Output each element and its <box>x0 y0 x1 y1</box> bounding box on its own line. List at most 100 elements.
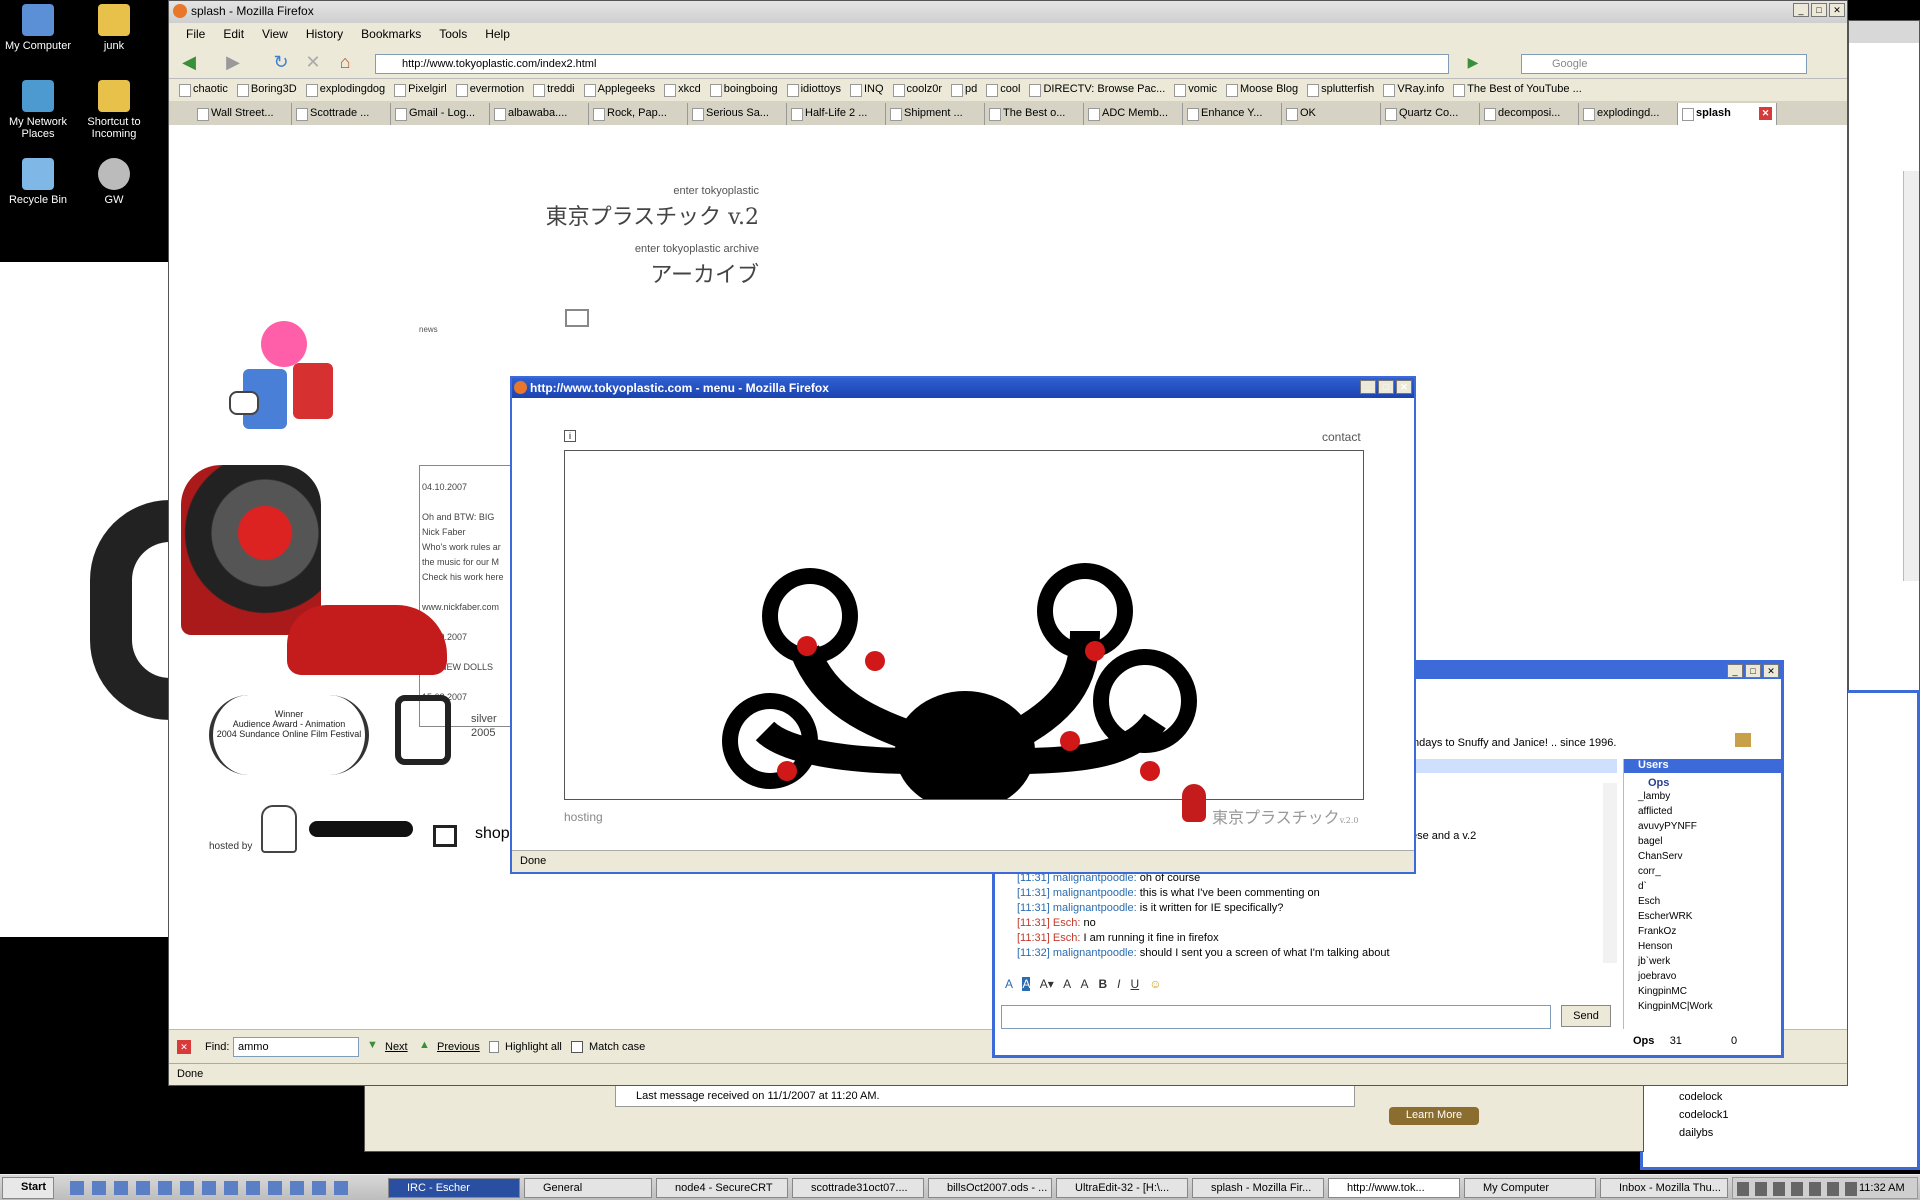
user-item[interactable]: jb`werk <box>1624 954 1781 969</box>
bookmark-item[interactable]: chaotic <box>177 79 235 101</box>
close-button[interactable]: ✕ <box>1829 3 1845 17</box>
tab[interactable]: Shipment ... <box>886 103 985 125</box>
archive-link[interactable]: アーカイブ <box>459 257 759 289</box>
bookmark-item[interactable]: INQ <box>848 79 891 101</box>
find-close-icon[interactable]: ✕ <box>177 1040 191 1054</box>
forward-button[interactable]: ▶ <box>221 51 245 73</box>
bookmark-item[interactable]: treddi <box>531 79 582 101</box>
bookmark-item[interactable]: The Best of YouTube ... <box>1451 79 1589 101</box>
tab[interactable]: OK <box>1282 103 1381 125</box>
minimize-button[interactable]: _ <box>1793 3 1809 17</box>
contact-link[interactable]: contact <box>1322 430 1361 444</box>
bookmark-item[interactable]: idiottoys <box>785 79 848 101</box>
tab[interactable]: explodingd... <box>1579 103 1678 125</box>
minimize-button[interactable]: _ <box>1727 664 1743 678</box>
taskbar-button[interactable]: Inbox - Mozilla Thu... <box>1600 1178 1728 1198</box>
start-button[interactable]: Start <box>2 1177 54 1199</box>
bookmark-item[interactable]: Applegeeks <box>582 79 663 101</box>
user-item[interactable]: corr_ <box>1624 864 1781 879</box>
user-item[interactable]: Esch <box>1624 894 1781 909</box>
find-next-button[interactable]: Next <box>385 1041 408 1053</box>
chat-scrollbar[interactable] <box>1603 783 1617 963</box>
user-item[interactable]: bagel <box>1624 834 1781 849</box>
folder-item[interactable]: dailybs <box>1679 1127 1713 1139</box>
maximize-button[interactable]: □ <box>1745 664 1761 678</box>
message-input[interactable] <box>1001 1005 1551 1029</box>
enter-v2-label[interactable]: enter tokyoplastic <box>459 185 759 197</box>
learn-more-button[interactable]: Learn More <box>1389 1107 1479 1125</box>
bookmark-item[interactable]: vomic <box>1172 79 1224 101</box>
user-item[interactable]: KingpinMC <box>1624 984 1781 999</box>
tab[interactable]: Quartz Co... <box>1381 103 1480 125</box>
tab[interactable]: Half-Life 2 ... <box>787 103 886 125</box>
find-previous-button[interactable]: Previous <box>437 1041 480 1053</box>
user-item[interactable]: _lamby <box>1624 789 1781 804</box>
bookmark-item[interactable]: Boring3D <box>235 79 304 101</box>
host-logo[interactable] <box>261 805 297 853</box>
minimize-button[interactable]: _ <box>1360 380 1376 394</box>
bookmark-item[interactable]: xkcd <box>662 79 708 101</box>
tab[interactable]: Serious Sa... <box>688 103 787 125</box>
taskbar-button[interactable]: splash - Mozilla Fir... <box>1192 1178 1324 1198</box>
bookmark-item[interactable]: coolz0r <box>891 79 949 101</box>
user-item[interactable]: d` <box>1624 879 1781 894</box>
topic-edit-icon[interactable] <box>1735 733 1751 747</box>
desktop-icon-my-computer[interactable]: My Computer <box>0 4 76 52</box>
blackdog-logo[interactable] <box>309 821 413 837</box>
tray-icons[interactable] <box>1737 1182 1857 1196</box>
close-button[interactable]: ✕ <box>1396 380 1412 394</box>
enter-archive-label[interactable]: enter tokyoplastic archive <box>459 243 759 255</box>
bookmark-item[interactable]: Pixelgirl <box>392 79 454 101</box>
tentacle-creature-art[interactable] <box>565 451 1364 800</box>
ops-group[interactable]: Ops <box>1624 773 1781 789</box>
shrink-font-icon[interactable]: A <box>1063 977 1071 991</box>
italic-icon[interactable]: I <box>1117 977 1120 991</box>
taskbar-button[interactable]: node4 - SecureCRT <box>656 1178 788 1198</box>
menu-help[interactable]: Help <box>476 23 519 45</box>
bookmark-item[interactable]: Moose Blog <box>1224 79 1305 101</box>
menu-view[interactable]: View <box>253 23 297 45</box>
user-item[interactable]: avuvyPYNFF <box>1624 819 1781 834</box>
send-button[interactable]: Send <box>1561 1005 1611 1027</box>
smiley-icon[interactable]: ☺ <box>1149 977 1161 991</box>
menu-bookmarks[interactable]: Bookmarks <box>352 23 430 45</box>
tab-active[interactable]: splash ✕ <box>1678 103 1777 125</box>
desktop-icon-gw[interactable]: GW <box>76 158 152 206</box>
bookmark-item[interactable]: evermotion <box>454 79 531 101</box>
bookmark-item[interactable]: explodingdog <box>304 79 392 101</box>
bookmark-item[interactable]: boingboing <box>708 79 785 101</box>
bookmark-item[interactable]: pd <box>949 79 984 101</box>
stop-button[interactable]: ✕ <box>301 51 325 73</box>
highlight-all-button[interactable]: Highlight all <box>505 1041 562 1053</box>
desktop-icon-network[interactable]: My Network Places <box>0 80 76 140</box>
tab[interactable]: The Best o... <box>985 103 1084 125</box>
folder-item[interactable]: codelock <box>1679 1091 1722 1103</box>
match-case-checkbox[interactable] <box>571 1041 583 1053</box>
home-button[interactable]: ⌂ <box>333 51 357 73</box>
user-item[interactable]: EscherWRK <box>1624 909 1781 924</box>
bookmark-item[interactable]: cool <box>984 79 1027 101</box>
desktop-icon-junk[interactable]: junk <box>76 4 152 52</box>
tab[interactable]: Scottrade ... <box>292 103 391 125</box>
bookmark-item[interactable]: DIRECTV: Browse Pac... <box>1027 79 1172 101</box>
taskbar-button[interactable]: billsOct2007.ods - ... <box>928 1178 1052 1198</box>
mail-icon[interactable] <box>565 309 589 327</box>
desktop-icon-recycle-bin[interactable]: Recycle Bin <box>0 158 76 206</box>
back-button[interactable]: ◀ <box>177 51 201 73</box>
user-item[interactable]: KingpinMC|Work <box>1624 999 1781 1014</box>
user-item[interactable]: ChanServ <box>1624 849 1781 864</box>
taskbar-button[interactable]: My Computer <box>1464 1178 1596 1198</box>
folder-item[interactable]: codelock1 <box>1679 1109 1729 1121</box>
reload-button[interactable]: ↻ <box>269 51 293 73</box>
tab[interactable]: ADC Memb... <box>1084 103 1183 125</box>
menu-history[interactable]: History <box>297 23 352 45</box>
taskbar-button[interactable]: http://www.tok... <box>1328 1178 1460 1198</box>
tab[interactable]: Gmail - Log... <box>391 103 490 125</box>
user-item[interactable]: Henson <box>1624 939 1781 954</box>
tab-close-icon[interactable]: ✕ <box>1759 107 1772 120</box>
user-item[interactable]: joebravo <box>1624 969 1781 984</box>
clock[interactable]: 11:32 AM <box>1859 1182 1905 1194</box>
url-bar[interactable]: http://www.tokyoplastic.com/index2.html <box>375 54 1449 74</box>
user-item[interactable]: afflicted <box>1624 804 1781 819</box>
taskbar-button[interactable]: General <box>524 1178 652 1198</box>
